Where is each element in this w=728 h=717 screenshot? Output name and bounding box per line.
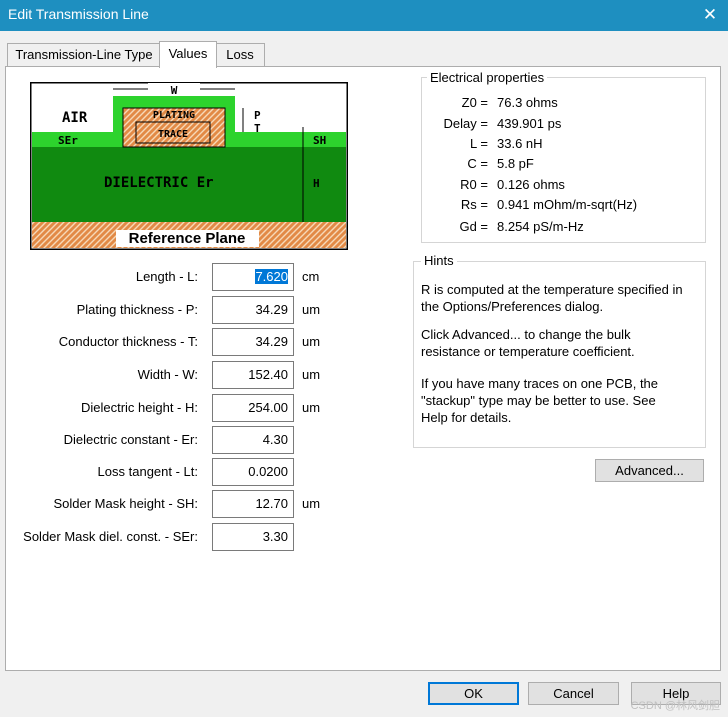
solder-mask-dielectric-constant-label: Solder Mask diel. const. - SEr: xyxy=(23,529,198,544)
dielectric-height-unit: um xyxy=(302,400,321,415)
length-label: Length - L: xyxy=(135,269,198,284)
inductance-value: 33.6 nH xyxy=(497,136,543,151)
diagram-reference-plane-label: Reference Plane xyxy=(129,230,246,247)
plating-thickness-input[interactable]: 34.29 xyxy=(212,296,294,324)
conductor-thickness-input[interactable]: 34.29 xyxy=(212,328,294,356)
loss-tangent-label: Loss tangent - Lt: xyxy=(97,464,198,479)
width-input[interactable]: 152.40 xyxy=(212,361,294,389)
conductor-thickness-label: Conductor thickness - T: xyxy=(58,334,198,349)
plating-thickness-unit: um xyxy=(302,302,321,317)
close-icon[interactable]: ✕ xyxy=(692,0,728,31)
dielectric-constant-label: Dielectric constant - Er: xyxy=(63,432,198,447)
length-input[interactable]: 7.620 xyxy=(212,263,294,291)
diagram-ser-label: SEr xyxy=(58,134,78,147)
diagram-sh-label: SH xyxy=(313,134,326,147)
advanced-button[interactable]: Advanced... xyxy=(595,459,704,482)
tab-values[interactable]: Values xyxy=(159,41,217,68)
conductor-thickness-unit: um xyxy=(302,334,321,349)
width-unit: um xyxy=(302,367,321,382)
electrical-properties-title: Electrical properties xyxy=(427,70,548,85)
diagram-h-label: H xyxy=(313,177,320,190)
z0-value: 76.3 ohms xyxy=(497,95,558,110)
hint-line: resistance or temperature coefficient. xyxy=(421,344,635,359)
dielectric-constant-input[interactable]: 4.30 xyxy=(212,426,294,454)
hint-line: "stackup" type may be better to use. See xyxy=(421,393,656,408)
loss-tangent-input[interactable]: 0.0200 xyxy=(212,458,294,486)
hints-title: Hints xyxy=(421,253,457,268)
diagram-t-label: T xyxy=(254,122,261,135)
diagram-air-label: AIR xyxy=(62,110,88,126)
plating-thickness-label: Plating thickness - P: xyxy=(76,302,198,317)
hint-line: Click Advanced... to change the bulk xyxy=(421,327,631,342)
diagram-w-label: W xyxy=(171,84,178,97)
rs-value: 0.941 mOhm/m-sqrt(Hz) xyxy=(497,197,638,212)
diagram-dielectric-label: DIELECTRIC Er xyxy=(104,175,214,191)
diagram-plating-label: PLATING xyxy=(153,110,195,121)
diagram-p-label: P xyxy=(254,109,261,122)
hint-line: If you have many traces on one PCB, the xyxy=(421,376,659,391)
window-title: Edit Transmission Line xyxy=(8,6,149,22)
diagram-trace-label: TRACE xyxy=(158,129,188,140)
solder-mask-dielectric-constant-input[interactable]: 3.30 xyxy=(212,523,294,551)
delay-value: 439.901 ps xyxy=(497,116,562,131)
tab-transmission-line-type[interactable]: Transmission-Line Type xyxy=(7,43,161,66)
solder-mask-height-unit: um xyxy=(302,496,321,511)
hint-line: Help for details. xyxy=(421,410,512,425)
cross-section-diagram: AIR SEr W PLATING TRACE P T SH DIELECTRI… xyxy=(30,82,348,250)
gd-value: 8.254 pS/m-Hz xyxy=(497,219,584,234)
width-label: Width - W: xyxy=(137,367,198,382)
dielectric-height-input[interactable]: 254.00 xyxy=(212,394,294,422)
cancel-button[interactable]: Cancel xyxy=(528,682,619,705)
watermark: CSDN @林风剑胆 xyxy=(630,700,720,712)
hint-line: the Options/Preferences dialog. xyxy=(421,299,604,314)
dielectric-height-label: Dielectric height - H: xyxy=(80,400,198,415)
length-unit: cm xyxy=(302,269,320,284)
solder-mask-height-label: Solder Mask height - SH: xyxy=(53,496,198,511)
capacitance-value: 5.8 pF xyxy=(497,156,534,171)
ok-button[interactable]: OK xyxy=(428,682,519,705)
title-bar: Edit Transmission Line ✕ xyxy=(0,0,728,31)
r0-value: 0.126 ohms xyxy=(497,177,565,192)
tab-loss[interactable]: Loss xyxy=(215,43,265,66)
hint-line: R is computed at the temperature specifi… xyxy=(421,282,683,297)
solder-mask-height-input[interactable]: 12.70 xyxy=(212,490,294,518)
